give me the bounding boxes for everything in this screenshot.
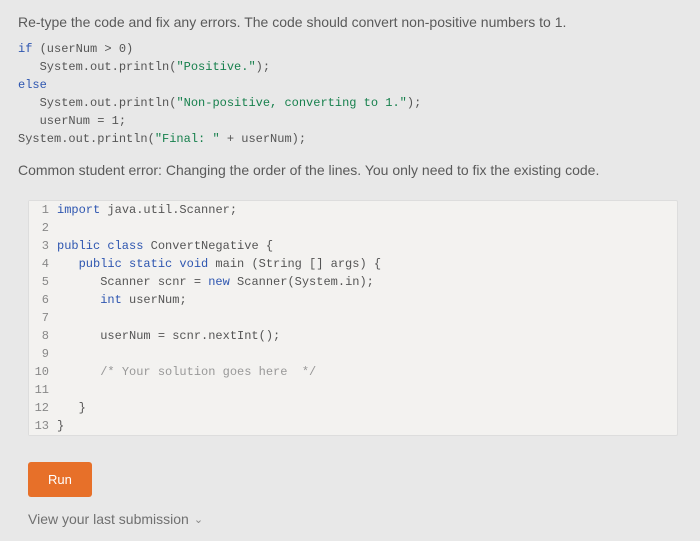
sample-text: (userNum > 0) xyxy=(32,42,133,56)
code-line[interactable]: int userNum; xyxy=(57,291,677,309)
editor-row: 3public class ConvertNegative { xyxy=(29,237,677,255)
sample-text: + userNum); xyxy=(220,132,306,146)
code-sample: if (userNum > 0) System.out.println("Pos… xyxy=(18,40,682,148)
code-token: Scanner(System.in); xyxy=(230,275,374,289)
code-token: new xyxy=(208,275,230,289)
editor-row: 7 xyxy=(29,309,677,327)
code-token: ConvertNegative { xyxy=(143,239,273,253)
editor-row: 2 xyxy=(29,219,677,237)
run-button[interactable]: Run xyxy=(28,462,92,497)
line-number: 12 xyxy=(29,399,57,417)
editor-row: 13} xyxy=(29,417,677,435)
code-line[interactable]: public static void main (String [] args)… xyxy=(57,255,677,273)
line-number: 2 xyxy=(29,219,57,237)
code-line[interactable]: } xyxy=(57,399,677,417)
editor-row: 1import java.util.Scanner; xyxy=(29,201,677,219)
line-number: 8 xyxy=(29,327,57,345)
code-line[interactable]: } xyxy=(57,417,677,435)
editor-row: 8 userNum = scnr.nextInt(); xyxy=(29,327,677,345)
code-line[interactable]: import java.util.Scanner; xyxy=(57,201,677,219)
line-number: 10 xyxy=(29,363,57,381)
code-token: public class xyxy=(57,239,143,253)
code-line[interactable] xyxy=(57,345,677,363)
code-token: userNum; xyxy=(122,293,187,307)
sample-kw: else xyxy=(18,78,47,92)
editor-row: 4 public static void main (String [] arg… xyxy=(29,255,677,273)
line-number: 13 xyxy=(29,417,57,435)
sample-text: System.out.println( xyxy=(18,96,176,110)
sample-kw: if xyxy=(18,42,32,56)
view-submission-label: View your last submission xyxy=(28,511,189,527)
sample-text: ); xyxy=(407,96,421,110)
code-token: main (String [] args) { xyxy=(208,257,381,271)
editor-row: 11 xyxy=(29,381,677,399)
code-line[interactable]: userNum = scnr.nextInt(); xyxy=(57,327,677,345)
line-number: 4 xyxy=(29,255,57,273)
sample-text: System.out.println( xyxy=(18,132,155,146)
code-token: userNum = scnr.nextInt(); xyxy=(57,329,280,343)
sample-text: userNum = 1; xyxy=(18,114,126,128)
sample-text: ); xyxy=(256,60,270,74)
line-number: 5 xyxy=(29,273,57,291)
chevron-down-icon: ⌄ xyxy=(194,513,203,526)
code-token: } xyxy=(57,419,64,433)
code-token: int xyxy=(100,293,122,307)
editor-row: 6 int userNum; xyxy=(29,291,677,309)
code-editor[interactable]: 1import java.util.Scanner;23public class… xyxy=(28,200,678,436)
common-error-text: Common student error: Changing the order… xyxy=(18,162,682,178)
instruction-text: Re-type the code and fix any errors. The… xyxy=(18,14,682,30)
code-token: /* Your solution goes here */ xyxy=(100,365,316,379)
sample-str: "Positive." xyxy=(176,60,255,74)
code-token: import xyxy=(57,203,100,217)
line-number: 7 xyxy=(29,309,57,327)
code-line[interactable] xyxy=(57,381,677,399)
code-token xyxy=(57,365,100,379)
sample-text: System.out.println( xyxy=(18,60,176,74)
line-number: 11 xyxy=(29,381,57,399)
code-token: public static void xyxy=(79,257,209,271)
code-token: java.util.Scanner; xyxy=(100,203,237,217)
code-line[interactable] xyxy=(57,309,677,327)
code-token xyxy=(57,293,100,307)
code-token: } xyxy=(57,401,86,415)
code-line[interactable]: public class ConvertNegative { xyxy=(57,237,677,255)
code-line[interactable] xyxy=(57,219,677,237)
line-number: 6 xyxy=(29,291,57,309)
editor-row: 10 /* Your solution goes here */ xyxy=(29,363,677,381)
view-last-submission-link[interactable]: View your last submission ⌄ xyxy=(28,511,682,527)
editor-row: 5 Scanner scnr = new Scanner(System.in); xyxy=(29,273,677,291)
code-token: Scanner scnr = xyxy=(57,275,208,289)
sample-str: "Non-positive, converting to 1." xyxy=(176,96,406,110)
line-number: 3 xyxy=(29,237,57,255)
code-line[interactable]: Scanner scnr = new Scanner(System.in); xyxy=(57,273,677,291)
line-number: 1 xyxy=(29,201,57,219)
line-number: 9 xyxy=(29,345,57,363)
code-line[interactable]: /* Your solution goes here */ xyxy=(57,363,677,381)
sample-str: "Final: " xyxy=(155,132,220,146)
editor-row: 12 } xyxy=(29,399,677,417)
editor-row: 9 xyxy=(29,345,677,363)
code-token xyxy=(57,257,79,271)
